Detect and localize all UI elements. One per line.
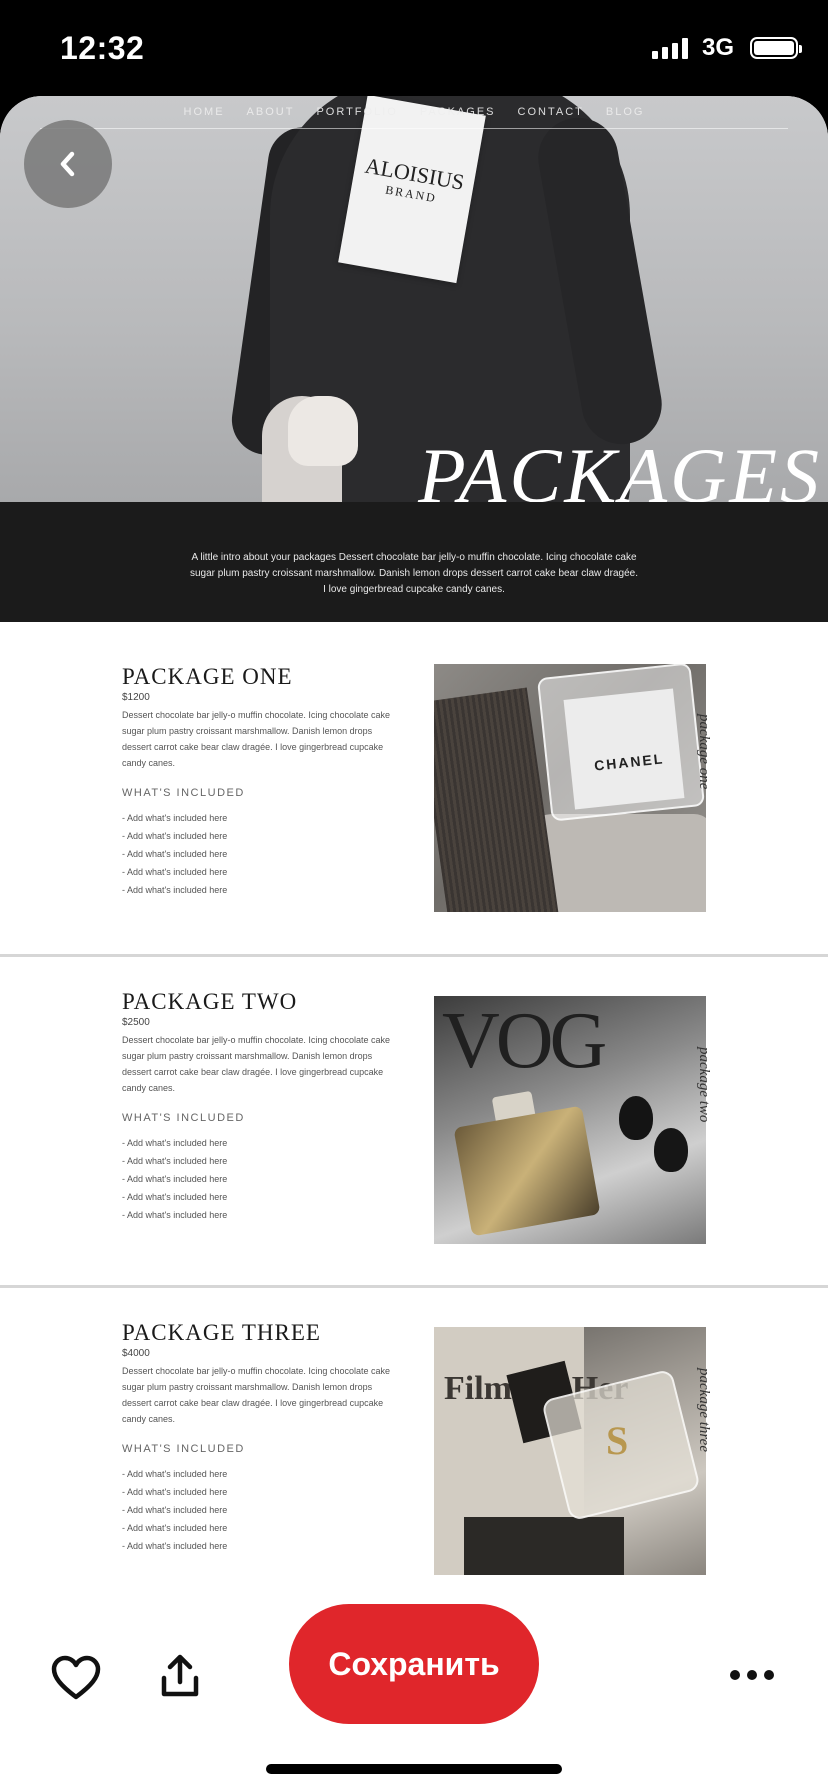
package-description: Dessert chocolate bar jelly-o muffin cho… (122, 710, 390, 768)
signal-icon (651, 37, 688, 59)
package-price: $1200 (122, 692, 150, 703)
package-title: PACKAGE TWO (122, 989, 298, 1014)
home-indicator[interactable] (266, 1764, 562, 1774)
heart-icon (51, 1655, 101, 1700)
list-item: - Add what's included here (122, 849, 228, 859)
whats-included-heading: WHAT'S INCLUDED (122, 1443, 245, 1455)
list-item: - Add what's included here (122, 885, 228, 895)
status-time: 12:32 (60, 30, 145, 66)
list-item: - Add what's included here (122, 1210, 228, 1220)
included-list: - Add what's included here - Add what's … (122, 1465, 392, 1555)
nav-item: BLOG (605, 106, 645, 118)
package-script-label: package two (696, 1047, 712, 1123)
package-description: Dessert chocolate bar jelly-o muffin cho… (122, 1035, 390, 1093)
included-list: - Add what's included here - Add what's … (122, 809, 392, 899)
package-photo: VOG (434, 996, 706, 1244)
battery-icon (750, 37, 802, 59)
whats-included-heading: WHAT'S INCLUDED (122, 787, 245, 799)
more-options-button[interactable] (730, 1660, 774, 1690)
package-script-label: package three (696, 1368, 712, 1452)
nav-divider (40, 128, 788, 129)
list-item: - Add what's included here (122, 1192, 228, 1202)
hero-title: PACKAGES (418, 432, 822, 503)
package-one-section: PACKAGE ONE $1200 Dessert chocolate bar … (0, 624, 828, 954)
save-button[interactable]: Сохранить (289, 1604, 539, 1724)
package-title: PACKAGE THREE (122, 1320, 321, 1345)
chevron-left-icon (60, 151, 75, 177)
nav-item: PACKAGES (419, 106, 496, 118)
like-button[interactable] (50, 1654, 102, 1702)
nav-item: ABOUT (246, 106, 295, 118)
package-photo: CHANEL (434, 664, 706, 912)
pin-image[interactable]: ALOISIUS BRAND HOME ABOUT PORTFOLIO PACK… (0, 96, 828, 1588)
list-item: - Add what's included here (122, 1487, 228, 1497)
back-button[interactable] (24, 120, 112, 208)
share-button[interactable] (160, 1652, 200, 1700)
package-title: PACKAGE ONE (122, 664, 293, 689)
included-list: - Add what's included here - Add what's … (122, 1134, 392, 1224)
whats-included-heading: WHAT'S INCLUDED (122, 1112, 245, 1124)
package-script-label: package one (696, 714, 712, 790)
list-item: - Add what's included here (122, 813, 228, 823)
action-bar: Сохранить (0, 1588, 828, 1792)
nav-item: PORTFOLIO (316, 106, 398, 118)
intro-text: A little intro about your packages Desse… (190, 552, 638, 595)
status-indicators: 3G (651, 34, 802, 62)
intro-band: A little intro about your packages Desse… (0, 502, 828, 622)
list-item: - Add what's included here (122, 1156, 228, 1166)
package-photo: Film for Her S (434, 1327, 706, 1575)
list-item: - Add what's included here (122, 1138, 228, 1148)
more-icon (730, 1670, 740, 1680)
list-item: - Add what's included here (122, 1541, 228, 1551)
status-bar: 12:32 3G (0, 0, 828, 96)
hero-image: ALOISIUS BRAND HOME ABOUT PORTFOLIO PACK… (0, 96, 828, 502)
list-item: - Add what's included here (122, 1469, 228, 1479)
site-nav: HOME ABOUT PORTFOLIO PACKAGES CONTACT BL… (0, 106, 828, 118)
nav-item: CONTACT (517, 106, 584, 118)
photo-text: VOG (442, 997, 607, 1085)
package-three-section: PACKAGE THREE $4000 Dessert chocolate ba… (0, 1288, 828, 1588)
list-item: - Add what's included here (122, 867, 228, 877)
package-two-section: PACKAGE TWO $2500 Dessert chocolate bar … (0, 957, 828, 1287)
share-icon (161, 1654, 199, 1697)
package-price: $2500 (122, 1017, 150, 1028)
list-item: - Add what's included here (122, 1505, 228, 1515)
list-item: - Add what's included here (122, 1174, 228, 1184)
package-price: $4000 (122, 1348, 150, 1359)
nav-item: HOME (183, 106, 225, 118)
package-description: Dessert chocolate bar jelly-o muffin cho… (122, 1366, 390, 1424)
list-item: - Add what's included here (122, 1523, 228, 1533)
network-type: 3G (701, 34, 734, 61)
list-item: - Add what's included here (122, 831, 228, 841)
